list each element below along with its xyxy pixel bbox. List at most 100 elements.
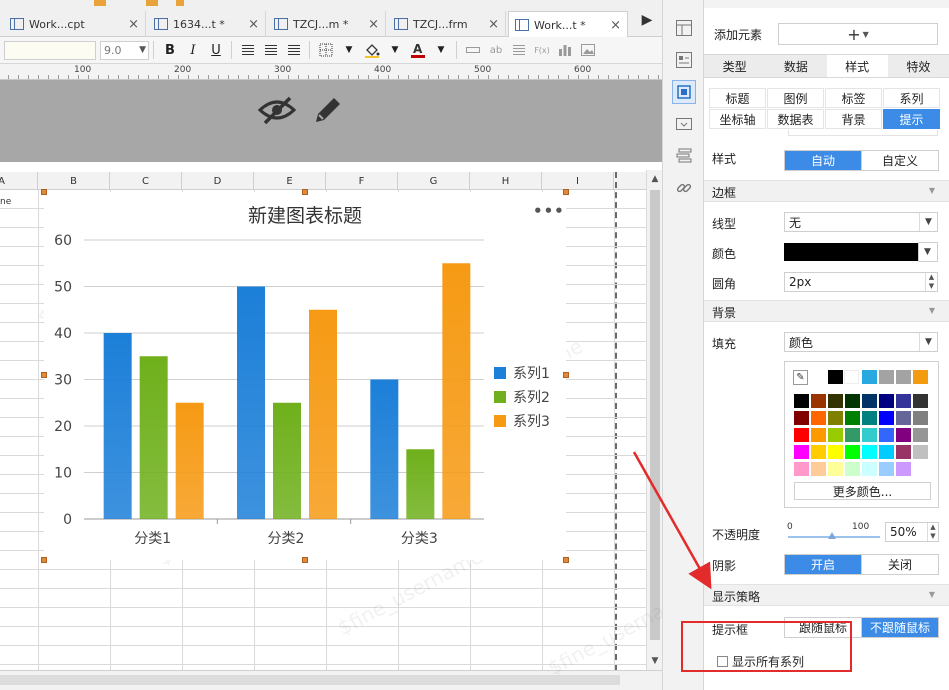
section-display-strategy[interactable]: 显示策略 ▼	[704, 584, 949, 606]
tab-effect[interactable]: 特效	[888, 55, 949, 77]
resize-handle[interactable]	[563, 557, 569, 563]
palette-color-swatch[interactable]	[896, 411, 911, 425]
resize-handle[interactable]	[41, 557, 47, 563]
palette-color-swatch[interactable]	[913, 428, 928, 442]
tab-data[interactable]: 数据	[765, 55, 826, 77]
chevron-down-icon[interactable]: ▼	[338, 40, 360, 60]
subtab-legend[interactable]: 图例	[767, 88, 824, 108]
palette-color-swatch[interactable]	[879, 394, 894, 408]
palette-color-swatch[interactable]	[862, 411, 877, 425]
subtab-series[interactable]: 系列	[883, 88, 940, 108]
palette-color-swatch[interactable]	[862, 428, 877, 442]
widget-settings-icon[interactable]	[672, 80, 696, 104]
palette-color-swatch[interactable]	[828, 411, 843, 425]
eye-slash-icon[interactable]	[257, 95, 297, 125]
recent-color-swatch[interactable]	[879, 370, 894, 384]
tab-tzcj-m[interactable]: TZCJ...m * ×	[268, 11, 386, 37]
border-color-swatch[interactable]	[784, 243, 918, 261]
link-icon[interactable]	[676, 180, 692, 196]
palette-color-swatch[interactable]	[794, 445, 809, 459]
tab-style[interactable]: 样式	[826, 55, 888, 77]
section-background[interactable]: 背景 ▼	[704, 300, 949, 322]
palette-color-swatch[interactable]	[913, 411, 928, 425]
palette-color-swatch[interactable]	[794, 462, 809, 476]
vertical-scrollbar[interactable]: ▲ ▼	[646, 170, 662, 670]
italic-button[interactable]: I	[182, 40, 204, 60]
chart-widget[interactable]: 新建图表标题 0 10 20 30 40 50 60 分类1 分类2 分类3 系列1 系列2 系列3 ••…	[44, 192, 566, 560]
column-header-b[interactable]: B	[38, 172, 110, 190]
resize-handle[interactable]	[563, 372, 569, 378]
pencil-icon[interactable]	[312, 94, 344, 126]
section-border[interactable]: 边框 ▼	[704, 180, 949, 202]
border-button[interactable]	[315, 40, 337, 60]
shadow-on-button[interactable]: 开启	[785, 555, 861, 574]
subtab-background[interactable]: 背景	[825, 109, 882, 129]
line-type-select[interactable]: 无 ▼	[784, 212, 938, 232]
palette-color-swatch[interactable]	[879, 428, 894, 442]
palette-color-swatch[interactable]	[879, 411, 894, 425]
resize-handle[interactable]	[302, 557, 308, 563]
close-icon[interactable]: ×	[128, 17, 139, 32]
fill-color-button[interactable]	[361, 40, 383, 60]
palette-color-swatch[interactable]	[862, 394, 877, 408]
palette-color-swatch[interactable]	[913, 394, 928, 408]
tab-workbook-1[interactable]: Work...cpt ×	[4, 11, 146, 37]
opacity-slider-thumb[interactable]	[828, 532, 836, 539]
recent-color-swatch[interactable]	[913, 370, 928, 384]
chart-button[interactable]	[554, 40, 576, 60]
close-icon[interactable]: ×	[488, 17, 499, 32]
close-icon[interactable]: ×	[368, 17, 379, 32]
tab-1634[interactable]: 1634...t * ×	[148, 11, 266, 37]
palette-color-swatch[interactable]	[862, 462, 877, 476]
column-header-d[interactable]: D	[182, 172, 254, 190]
palette-color-swatch[interactable]	[794, 394, 809, 408]
align-left-button[interactable]	[237, 40, 259, 60]
recent-color-swatch[interactable]	[828, 370, 843, 384]
column-header-g[interactable]: G	[398, 172, 470, 190]
column-header-i[interactable]: I	[542, 172, 614, 190]
palette-color-swatch[interactable]	[896, 428, 911, 442]
tab-tzcj-frm[interactable]: TZCJ...frm ×	[388, 11, 506, 37]
palette-color-swatch[interactable]	[828, 394, 843, 408]
border-color-dropdown[interactable]: ▼	[918, 242, 938, 262]
more-colors-button[interactable]: 更多颜色...	[794, 482, 931, 500]
cell-a1[interactable]: ne	[0, 197, 11, 207]
indent-button[interactable]	[508, 40, 530, 60]
horizontal-scrollbar[interactable]	[0, 670, 662, 690]
palette-color-swatch[interactable]	[811, 428, 826, 442]
chevron-down-icon[interactable]: ▼	[430, 40, 452, 60]
subtab-datatable[interactable]: 数据表	[767, 109, 824, 129]
merge-cells-button[interactable]	[462, 40, 484, 60]
subtab-label[interactable]: 标签	[825, 88, 882, 108]
font-family-select[interactable]	[4, 40, 96, 60]
palette-color-swatch[interactable]	[845, 394, 860, 408]
add-element-button[interactable]: + ▼	[778, 23, 938, 45]
tab-workbook-active[interactable]: Work...t * ×	[508, 11, 628, 38]
font-size-select[interactable]: 9.0 ▼	[100, 40, 149, 60]
align-center-button[interactable]	[260, 40, 282, 60]
palette-color-swatch[interactable]	[913, 462, 928, 476]
not-follow-mouse-button[interactable]: 不跟随鼠标	[861, 618, 938, 637]
more-options-icon[interactable]: •••	[533, 202, 565, 220]
palette-color-swatch[interactable]	[896, 462, 911, 476]
close-icon[interactable]: ×	[248, 17, 259, 32]
palette-color-swatch[interactable]	[828, 445, 843, 459]
stack-icon[interactable]	[676, 148, 692, 164]
bold-button[interactable]: B	[159, 40, 181, 60]
tab-list-icon[interactable]: ▶	[632, 12, 662, 36]
palette-color-swatch[interactable]	[811, 394, 826, 408]
palette-color-swatch[interactable]	[845, 462, 860, 476]
palette-color-swatch[interactable]	[879, 462, 894, 476]
column-header-h[interactable]: H	[470, 172, 542, 190]
column-header-e[interactable]: E	[254, 172, 326, 190]
image-button[interactable]	[577, 40, 599, 60]
condition-icon[interactable]	[676, 116, 692, 132]
eyedropper-icon[interactable]: ✎	[793, 370, 808, 385]
palette-color-swatch[interactable]	[913, 445, 928, 459]
style-custom-button[interactable]: 自定义	[861, 151, 938, 170]
style-auto-button[interactable]: 自动	[785, 151, 861, 170]
opacity-input[interactable]: 50% ▲ ▼	[885, 522, 939, 542]
underline-button[interactable]: U	[205, 40, 227, 60]
palette-color-swatch[interactable]	[828, 462, 843, 476]
palette-color-swatch[interactable]	[845, 428, 860, 442]
